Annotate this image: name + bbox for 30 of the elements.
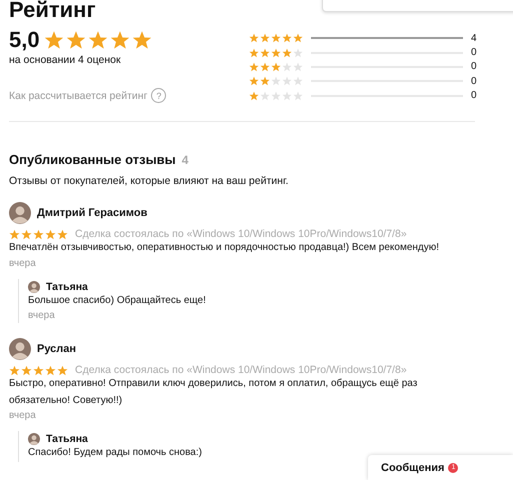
reply-author: Татьяна [46, 433, 88, 445]
help-link[interactable]: Как рассчитывается рейтинг [9, 90, 148, 102]
section-title: Опубликованные отзывы [9, 152, 176, 167]
reply-text: Спасибо! Будем рады помочь снова:) [28, 446, 202, 460]
rating-score: 5,0 [9, 28, 40, 52]
avatar-icon [28, 433, 40, 445]
avatar-icon [9, 338, 31, 360]
rating-count: 4 [471, 32, 478, 44]
review-date: вчера [9, 256, 37, 270]
review-date: вчера [9, 409, 37, 423]
review-author: Руслан [37, 343, 76, 355]
rating-count: 0 [471, 47, 478, 58]
review-author: Дмитрий Герасимов [37, 207, 148, 219]
avatar-icon [28, 280, 40, 292]
review-text: Впечатлён отзывчивостью, оперативностью и порядочностью продавца!) Всем рекомендую! [9, 241, 440, 255]
review-count: 4 [182, 153, 188, 167]
reply-author: Татьяна [46, 280, 88, 292]
rating-basis: на основании 4 оценок [9, 54, 122, 66]
page-title: Рейтинг [9, 0, 96, 22]
rating-count: 0 [471, 76, 478, 87]
section-subtitle: Отзывы от покупателей, которые влияют на ваш рейтинг. [9, 175, 290, 187]
avatar-icon [9, 202, 31, 224]
review-text: Быстро, оперативно! Отправили ключ доверились, потом я оплатил, обращусь ещё раз обязательно! Советую!!) [9, 377, 418, 408]
help-icon[interactable]: ? [151, 88, 166, 103]
deal-info: Сделка состоялась по «Windows 10/Windows 10Pro/Windows10/7/8» [75, 228, 407, 240]
rating-count: 0 [471, 61, 478, 72]
reply-text: Большое спасибо) Обращайтесь еще! [28, 294, 206, 308]
deal-info: Сделка состоялась по «Windows 10/Windows 10Pro/Windows10/7/8» [75, 364, 407, 376]
reply-date: вчера [28, 309, 56, 323]
rating-count: 0 [471, 90, 478, 102]
